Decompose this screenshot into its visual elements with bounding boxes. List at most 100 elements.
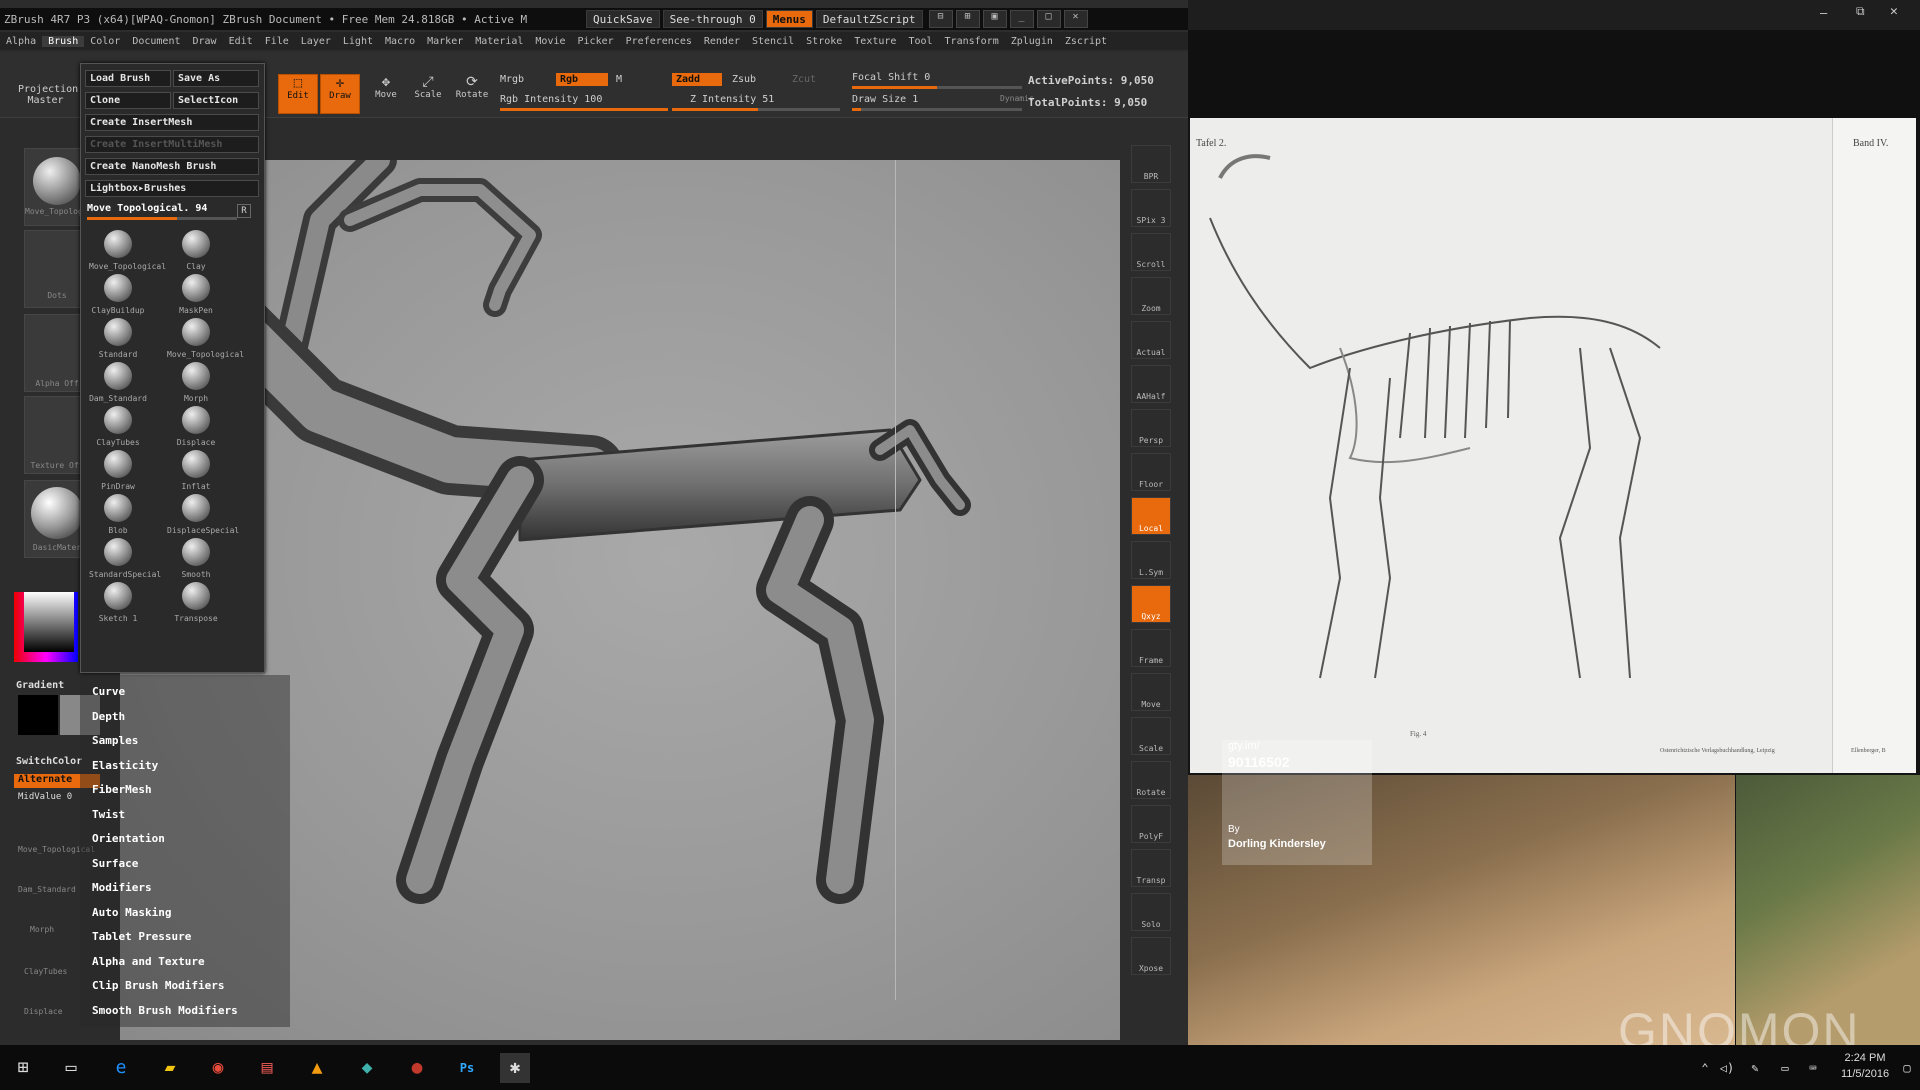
maximize-icon[interactable]: □	[1036, 10, 1061, 28]
menu-texture[interactable]: Texture	[848, 36, 902, 47]
menu-macro[interactable]: Macro	[379, 36, 421, 47]
brush-item-standard[interactable]: Standard	[89, 318, 147, 359]
zcut-button[interactable]: Zcut	[792, 74, 816, 85]
chrome-icon[interactable]: ◉	[203, 1053, 233, 1083]
menu-preferences[interactable]: Preferences	[620, 36, 698, 47]
menu-file[interactable]: File	[259, 36, 295, 47]
app2-icon[interactable]: ●	[402, 1053, 432, 1083]
quicksave-button[interactable]: QuickSave	[586, 10, 660, 28]
right-shelf-l-sym[interactable]: L.Sym	[1131, 541, 1171, 579]
menu-brush[interactable]: Brush	[42, 35, 85, 47]
right-shelf-persp[interactable]: Persp	[1131, 409, 1171, 447]
brush-item-standardspecial[interactable]: StandardSpecial	[89, 538, 161, 579]
mrgb-button[interactable]: Mrgb	[500, 74, 524, 85]
menu-tool[interactable]: Tool	[902, 36, 938, 47]
right-shelf-rotate[interactable]: Rotate	[1131, 761, 1171, 799]
subpalette-clip-brush-modifiers[interactable]: Clip Brush Modifiers	[92, 979, 224, 992]
menu-movie[interactable]: Movie	[529, 36, 571, 47]
menu-stroke[interactable]: Stroke	[800, 36, 848, 47]
subpalette-depth[interactable]: Depth	[92, 710, 125, 723]
edge-icon[interactable]: e	[106, 1053, 136, 1083]
start-icon[interactable]: ⊞	[8, 1053, 38, 1083]
subpalette-curve[interactable]: Curve	[92, 685, 125, 698]
menu-picker[interactable]: Picker	[572, 36, 620, 47]
brush-item-smooth[interactable]: Smooth	[167, 538, 225, 579]
subpalette-samples[interactable]: Samples	[92, 734, 138, 747]
subpalette-twist[interactable]: Twist	[92, 808, 125, 821]
subpalette-auto-masking[interactable]: Auto Masking	[92, 906, 171, 919]
brush-item-displacespecial[interactable]: DisplaceSpecial	[167, 494, 239, 535]
close-icon[interactable]: ✕	[1063, 10, 1088, 28]
left-claytubes[interactable]: ClayTubes	[24, 967, 67, 976]
volume-icon[interactable]: ◁)	[1712, 1053, 1742, 1083]
right-shelf-transp[interactable]: Transp	[1131, 849, 1171, 887]
network-icon[interactable]: ▭	[1770, 1053, 1800, 1083]
layout2-icon[interactable]: ⊞	[955, 10, 980, 28]
lock-icon[interactable]: ▣	[982, 10, 1007, 28]
load-brush-button[interactable]: Load Brush	[85, 70, 171, 87]
rgb-intensity-slider[interactable]	[500, 108, 668, 111]
rgb-intensity-label[interactable]: Rgb Intensity 100	[500, 94, 602, 105]
right-shelf-bpr[interactable]: BPR	[1131, 145, 1171, 183]
menu-document[interactable]: Document	[126, 36, 186, 47]
menu-edit[interactable]: Edit	[223, 36, 259, 47]
default-zscript-button[interactable]: DefaultZScript	[815, 10, 923, 28]
subpalette-orientation[interactable]: Orientation	[92, 832, 165, 845]
menu-marker[interactable]: Marker	[421, 36, 469, 47]
menu-material[interactable]: Material	[469, 36, 529, 47]
explorer-icon[interactable]: ▰	[155, 1053, 185, 1083]
gradient-label[interactable]: Gradient	[16, 680, 64, 691]
rgb-button[interactable]: Rgb	[556, 73, 608, 86]
select-icon-button[interactable]: SelectIcon	[173, 92, 259, 109]
menu-light[interactable]: Light	[337, 36, 379, 47]
brush-item-maskpen[interactable]: MaskPen	[167, 274, 225, 315]
right-shelf-scroll[interactable]: Scroll	[1131, 233, 1171, 271]
brush-item-sketch-1[interactable]: Sketch 1	[89, 582, 147, 623]
subpalette-smooth-brush-modifiers[interactable]: Smooth Brush Modifiers	[92, 1004, 238, 1017]
subpalette-modifiers[interactable]: Modifiers	[92, 881, 152, 894]
subpalette-surface[interactable]: Surface	[92, 857, 138, 870]
menu-zplugin[interactable]: Zplugin	[1005, 36, 1059, 47]
left-dam[interactable]: Dam_Standard	[18, 885, 76, 894]
draw-size-label[interactable]: Draw Size 1	[852, 94, 918, 105]
right-shelf-floor[interactable]: Floor	[1131, 453, 1171, 491]
menu-layer[interactable]: Layer	[295, 36, 337, 47]
powerpoint-icon[interactable]: ▤	[252, 1053, 282, 1083]
brush-item-move-topological[interactable]: Move_Topological	[89, 230, 166, 271]
left-displace[interactable]: Displace	[24, 1007, 63, 1016]
scale-button[interactable]: ⤢ Scale	[408, 74, 448, 114]
menu-color[interactable]: Color	[84, 36, 126, 47]
zadd-button[interactable]: Zadd	[672, 73, 722, 86]
right-shelf-scale[interactable]: Scale	[1131, 717, 1171, 755]
midvalue-slider[interactable]: MidValue 0	[18, 792, 72, 802]
task-view-icon[interactable]: ▭	[56, 1053, 86, 1083]
right-shelf-actual[interactable]: Actual	[1131, 321, 1171, 359]
brush-item-inflat[interactable]: Inflat	[167, 450, 225, 491]
brush-item-morph[interactable]: Morph	[167, 362, 225, 403]
right-shelf-local[interactable]: Local	[1131, 497, 1171, 535]
subpalette-tablet-pressure[interactable]: Tablet Pressure	[92, 930, 191, 943]
brush-item-move-topological[interactable]: Move_Topological	[167, 318, 244, 359]
see-through-slider[interactable]: See-through 0	[662, 10, 763, 28]
move-button[interactable]: ✥ Move	[366, 74, 406, 114]
subpalette-elasticity[interactable]: Elasticity	[92, 759, 158, 772]
menus-button[interactable]: Menus	[765, 10, 813, 28]
brush-item-displace[interactable]: Displace	[167, 406, 225, 447]
zsub-button[interactable]: Zsub	[732, 74, 756, 85]
layout-icon[interactable]: ⊟	[928, 10, 953, 28]
brush-item-claytubes[interactable]: ClayTubes	[89, 406, 147, 447]
z-intensity-slider[interactable]	[672, 108, 840, 111]
brush-item-claybuildup[interactable]: ClayBuildup	[89, 274, 147, 315]
subpalette-fibermesh[interactable]: FiberMesh	[92, 783, 152, 796]
clone-button[interactable]: Clone	[85, 92, 171, 109]
menu-zscript[interactable]: Zscript	[1059, 36, 1113, 47]
vlc-icon[interactable]: ▲	[302, 1053, 332, 1083]
ref-maximize-icon[interactable]: ⧉	[1856, 4, 1865, 19]
keyboard-icon[interactable]: ⌨	[1798, 1053, 1828, 1083]
brush-item-blob[interactable]: Blob	[89, 494, 147, 535]
pen-icon[interactable]: ✎	[1740, 1053, 1770, 1083]
rotate-button[interactable]: ⟳ Rotate	[452, 74, 492, 114]
left-morph[interactable]: Morph	[30, 925, 54, 934]
m-button[interactable]: M	[616, 74, 622, 85]
right-shelf-zoom[interactable]: Zoom	[1131, 277, 1171, 315]
